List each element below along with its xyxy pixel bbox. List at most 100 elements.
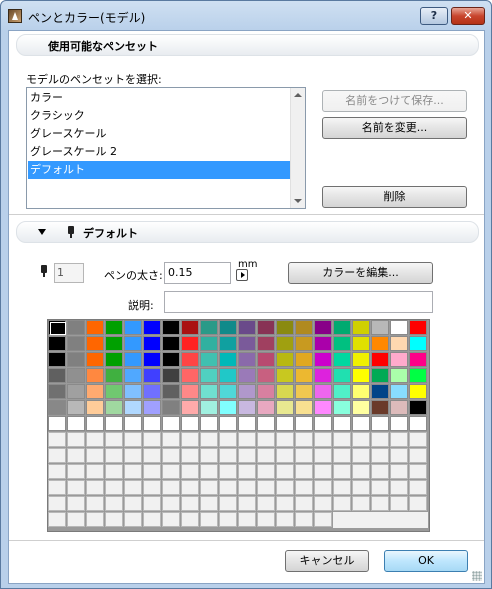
pen-color-cell[interactable] xyxy=(390,496,408,511)
pen-color-cell[interactable] xyxy=(295,352,313,367)
pen-color-cell[interactable] xyxy=(371,496,389,511)
pen-color-cell[interactable] xyxy=(276,352,294,367)
pen-color-cell[interactable] xyxy=(314,512,332,527)
penset-section-header[interactable]: 使用可能なペンセット xyxy=(16,34,479,56)
pen-color-cell[interactable] xyxy=(295,480,313,495)
ok-button[interactable]: OK xyxy=(384,550,468,572)
pen-color-cell[interactable] xyxy=(314,496,332,511)
pen-color-cell[interactable] xyxy=(48,384,66,399)
pen-color-cell[interactable] xyxy=(48,352,66,367)
pen-color-cell[interactable] xyxy=(67,384,85,399)
pen-weight-input[interactable]: 0.15 xyxy=(164,262,231,284)
pen-color-cell[interactable] xyxy=(48,336,66,351)
pen-color-cell[interactable] xyxy=(86,464,104,479)
pen-color-cell[interactable] xyxy=(276,464,294,479)
pen-color-cell[interactable] xyxy=(333,368,351,383)
pen-color-cell[interactable] xyxy=(371,480,389,495)
pen-color-cell[interactable] xyxy=(48,432,66,447)
pen-color-cell[interactable] xyxy=(105,416,123,431)
pen-color-cell[interactable] xyxy=(295,416,313,431)
pen-color-cell[interactable] xyxy=(276,320,294,335)
pen-color-cell[interactable] xyxy=(67,496,85,511)
pen-color-cell[interactable] xyxy=(105,432,123,447)
pen-color-cell[interactable] xyxy=(352,384,370,399)
pen-color-cell[interactable] xyxy=(67,336,85,351)
pen-color-cell[interactable] xyxy=(238,400,256,415)
pen-color-cell[interactable] xyxy=(86,496,104,511)
pen-color-cell[interactable] xyxy=(86,480,104,495)
pen-color-cell[interactable] xyxy=(219,368,237,383)
pen-color-cell[interactable] xyxy=(314,352,332,367)
pen-color-cell[interactable] xyxy=(333,480,351,495)
pen-color-cell[interactable] xyxy=(314,448,332,463)
pen-color-cell[interactable] xyxy=(371,448,389,463)
pen-color-cell[interactable] xyxy=(219,352,237,367)
pen-color-cell[interactable] xyxy=(219,432,237,447)
pen-color-cell[interactable] xyxy=(67,320,85,335)
penset-item-grayscale[interactable]: グレースケール xyxy=(28,125,290,143)
pen-color-cell[interactable] xyxy=(162,384,180,399)
pen-color-cell[interactable] xyxy=(143,464,161,479)
pen-color-cell[interactable] xyxy=(333,320,351,335)
pen-color-cell[interactable] xyxy=(314,464,332,479)
pen-color-cell[interactable] xyxy=(219,336,237,351)
pen-color-cell[interactable] xyxy=(162,432,180,447)
pen-color-cell[interactable] xyxy=(295,448,313,463)
pen-color-cell[interactable] xyxy=(409,448,427,463)
pen-color-cell[interactable] xyxy=(162,320,180,335)
pen-color-cell[interactable] xyxy=(333,448,351,463)
pen-color-cell[interactable] xyxy=(162,352,180,367)
rename-button[interactable]: 名前を変更... xyxy=(322,117,467,139)
pen-color-cell[interactable] xyxy=(219,464,237,479)
pen-color-cell[interactable] xyxy=(257,432,275,447)
pen-color-cell[interactable] xyxy=(371,368,389,383)
penset-item-classic[interactable]: クラシック xyxy=(28,107,290,125)
pen-color-cell[interactable] xyxy=(257,384,275,399)
pen-color-cell[interactable] xyxy=(200,480,218,495)
pen-color-cell[interactable] xyxy=(67,480,85,495)
pen-color-cell[interactable] xyxy=(105,352,123,367)
pen-color-cell[interactable] xyxy=(390,448,408,463)
pen-color-cell[interactable] xyxy=(181,448,199,463)
pen-color-cell[interactable] xyxy=(105,368,123,383)
penset-item-color[interactable]: カラー xyxy=(28,89,290,107)
pen-color-cell[interactable] xyxy=(48,416,66,431)
pen-color-cell[interactable] xyxy=(352,416,370,431)
pen-color-cell[interactable] xyxy=(238,320,256,335)
pen-color-cell[interactable] xyxy=(124,320,142,335)
pen-color-cell[interactable] xyxy=(295,336,313,351)
close-button[interactable]: ✕ xyxy=(451,7,485,25)
pen-section-header[interactable]: デフォルト xyxy=(16,221,479,243)
pen-color-cell[interactable] xyxy=(238,496,256,511)
pen-color-cell[interactable] xyxy=(295,368,313,383)
pen-color-cell[interactable] xyxy=(200,416,218,431)
pen-color-cell[interactable] xyxy=(238,432,256,447)
pen-color-cell[interactable] xyxy=(86,384,104,399)
pen-color-cell[interactable] xyxy=(105,400,123,415)
pen-color-cell[interactable] xyxy=(257,336,275,351)
pen-color-cell[interactable] xyxy=(48,448,66,463)
pen-color-cell[interactable] xyxy=(257,400,275,415)
pen-color-cell[interactable] xyxy=(105,336,123,351)
pen-color-cell[interactable] xyxy=(238,416,256,431)
pen-color-cell[interactable] xyxy=(67,352,85,367)
unit-toggle-icon[interactable] xyxy=(236,269,248,281)
pen-color-cell[interactable] xyxy=(219,400,237,415)
pen-color-cell[interactable] xyxy=(200,336,218,351)
pen-color-cell[interactable] xyxy=(86,512,104,527)
pen-color-cell[interactable] xyxy=(162,512,180,527)
pen-color-cell[interactable] xyxy=(390,480,408,495)
pen-color-cell[interactable] xyxy=(257,480,275,495)
pen-color-cell[interactable] xyxy=(200,320,218,335)
pen-color-cell[interactable] xyxy=(124,448,142,463)
pen-color-cell[interactable] xyxy=(86,400,104,415)
pen-color-cell[interactable] xyxy=(276,400,294,415)
pen-color-cell[interactable] xyxy=(181,464,199,479)
pen-color-cell[interactable] xyxy=(409,496,427,511)
pen-color-cell[interactable] xyxy=(162,448,180,463)
pen-color-cell[interactable] xyxy=(181,400,199,415)
pen-color-cell[interactable] xyxy=(333,432,351,447)
pen-color-cell[interactable] xyxy=(314,400,332,415)
pen-color-cell[interactable] xyxy=(409,432,427,447)
pen-color-cell[interactable] xyxy=(238,384,256,399)
